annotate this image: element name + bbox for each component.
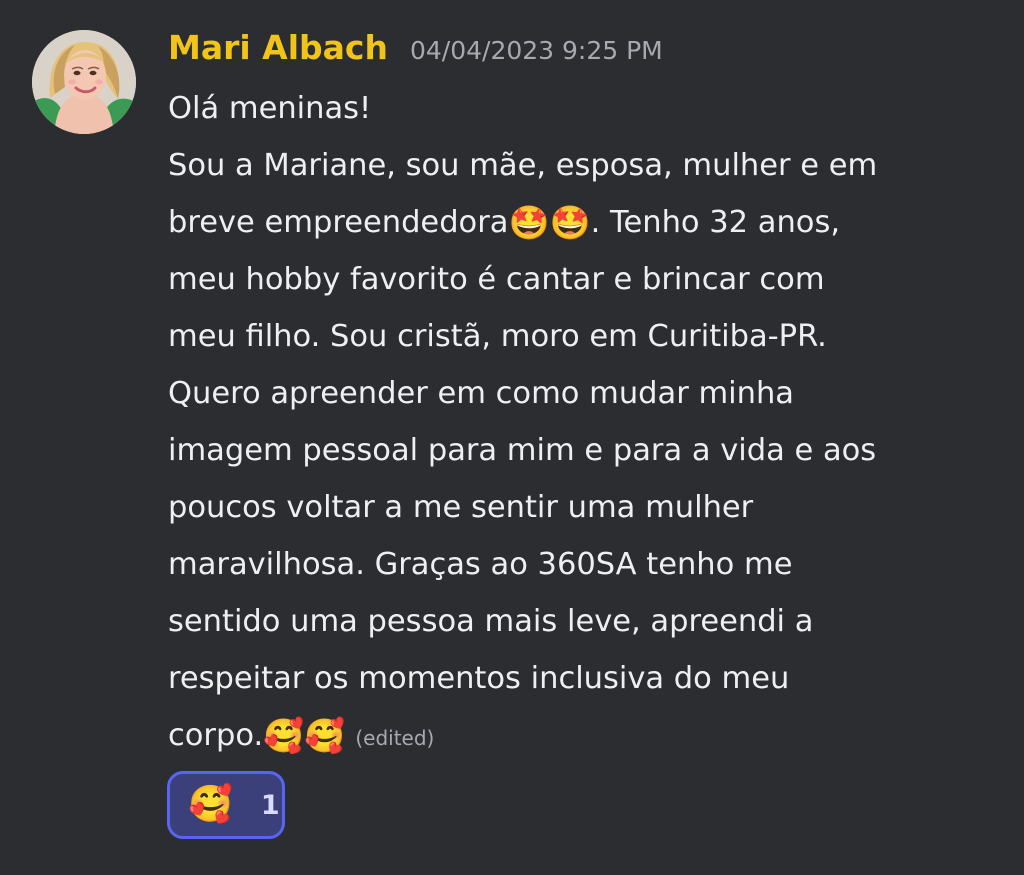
message-text: Quero apreender em como mudar minha (168, 376, 794, 411)
message-content: Olá meninas! Sou a Mariane, sou mãe, esp… (168, 80, 998, 764)
message-text: corpo. (168, 718, 264, 753)
message-line: poucos voltar a me sentir uma mulher (168, 479, 998, 536)
message-text: breve empreendedora (168, 205, 509, 240)
message-line: respeitar os momentos inclusiva do meu (168, 650, 998, 707)
message-timestamp[interactable]: 04/04/2023 9:25 PM (410, 25, 663, 77)
avatar-photo (32, 30, 136, 134)
message-line: corpo.🥰🥰 (edited) (168, 707, 998, 764)
message-text: meu hobby favorito é cantar e brincar co… (168, 262, 825, 297)
message-text: poucos voltar a me sentir uma mulher (168, 490, 754, 525)
message-text: Olá meninas! (168, 91, 372, 126)
star-struck-emoji: 🤩🤩 (508, 203, 591, 242)
message-text: sentido uma pessoa mais leve, apreendi a (168, 604, 814, 639)
message-line: meu hobby favorito é cantar e brincar co… (168, 251, 998, 308)
message-line: Sou a Mariane, sou mãe, esposa, mulher e… (168, 137, 998, 194)
message-line: meu filho. Sou cristã, moro em Curitiba-… (168, 308, 998, 365)
message-line: sentido uma pessoa mais leve, apreendi a (168, 593, 998, 650)
smiling-face-with-hearts-icon: 🥰 (188, 784, 233, 825)
chat-message: Mari Albach 04/04/2023 9:25 PM Olá menin… (0, 0, 1024, 875)
message-header: Mari Albach 04/04/2023 9:25 PM (168, 22, 663, 74)
smiling-face-with-hearts-emoji: 🥰🥰 (263, 716, 346, 755)
reaction-count: 1 (260, 789, 280, 821)
message-text: . Tenho 32 anos, (590, 205, 841, 240)
message-line: Olá meninas! (168, 80, 998, 137)
message-line: Quero apreender em como mudar minha (168, 365, 998, 422)
author-name[interactable]: Mari Albach (168, 22, 388, 74)
message-text: imagem pessoal para mim e para a vida e … (168, 433, 877, 468)
message-line: imagem pessoal para mim e para a vida e … (168, 422, 998, 479)
message-text: meu filho. Sou cristã, moro em Curitiba-… (168, 319, 827, 354)
avatar[interactable] (32, 30, 136, 134)
message-text: Sou a Mariane, sou mãe, esposa, mulher e… (168, 148, 878, 183)
edited-label: (edited) (355, 726, 435, 750)
message-line: breve empreendedora🤩🤩. Tenho 32 anos, (168, 194, 998, 251)
reaction-button[interactable]: 🥰 1 (167, 771, 285, 839)
message-text: respeitar os momentos inclusiva do meu (168, 661, 790, 696)
message-text: maravilhosa. Graças ao 360SA tenho me (168, 547, 793, 582)
message-line: maravilhosa. Graças ao 360SA tenho me (168, 536, 998, 593)
